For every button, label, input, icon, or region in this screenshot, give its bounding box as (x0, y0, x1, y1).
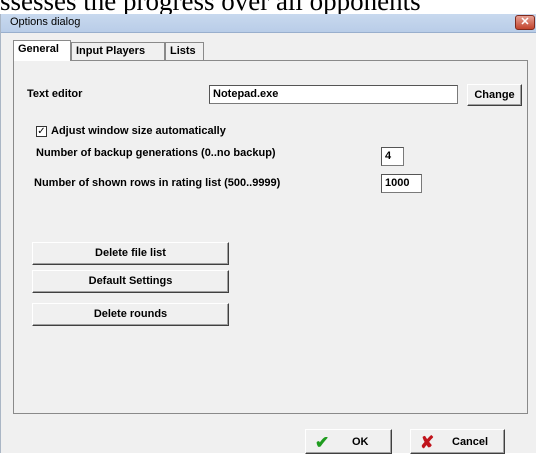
backup-generations-field[interactable]: 4 (381, 147, 404, 166)
delete-rounds-button[interactable]: Delete rounds (32, 303, 229, 326)
adjust-window-label: Adjust window size automatically (51, 125, 226, 137)
tab-general[interactable]: General (13, 40, 71, 61)
cancel-label: Cancel (452, 436, 489, 448)
options-dialog: Options dialog ✕ General Input Players L… (0, 14, 536, 454)
change-button[interactable]: Change (467, 84, 522, 106)
backup-generations-label: Number of backup generations (0..no back… (36, 147, 276, 159)
delete-file-list-button[interactable]: Delete file list (32, 242, 229, 265)
checkmark-icon: ✔ (315, 433, 330, 452)
window-title: Options dialog (10, 16, 81, 28)
cancel-button[interactable]: ✘ Cancel (410, 429, 505, 454)
ok-label: OK (352, 436, 369, 448)
general-tab-panel: Text editor Notepad.exe Change ✓ Adjust … (13, 60, 528, 414)
title-bar[interactable]: Options dialog ✕ (1, 14, 536, 33)
x-icon: ✘ (420, 433, 435, 452)
ok-button[interactable]: ✔ OK (305, 429, 392, 454)
text-editor-label: Text editor (27, 88, 83, 100)
rating-rows-field[interactable]: 1000 (381, 174, 422, 193)
text-editor-field[interactable]: Notepad.exe (209, 85, 458, 104)
tab-lists[interactable]: Lists (165, 42, 204, 60)
rating-rows-label: Number of shown rows in rating list (500… (34, 177, 281, 189)
close-icon: ✕ (520, 16, 530, 28)
close-button[interactable]: ✕ (515, 15, 535, 30)
tab-input-players[interactable]: Input Players (71, 42, 165, 60)
default-settings-button[interactable]: Default Settings (32, 270, 229, 293)
adjust-window-checkbox[interactable]: ✓ (36, 126, 47, 137)
